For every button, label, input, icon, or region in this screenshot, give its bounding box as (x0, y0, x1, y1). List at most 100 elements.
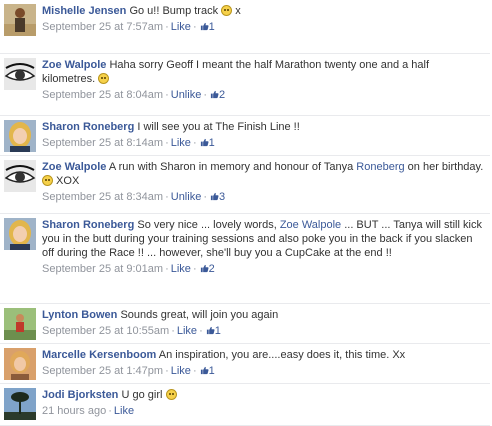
comment-text: Go u!! Bump track (129, 5, 222, 17)
like-count-link[interactable]: 1 (205, 325, 221, 337)
avatar[interactable] (4, 160, 36, 192)
author-name-link[interactable]: Mishelle Jensen (42, 5, 126, 17)
like-button[interactable]: Like (171, 21, 191, 33)
like-count-link[interactable]: 1 (199, 137, 215, 149)
author-name-link[interactable]: Jodi Bjorksten (42, 389, 118, 401)
comment-body: Sharon Roneberg I will see you at The Fi… (42, 120, 484, 150)
thumbs-up-icon (206, 326, 215, 335)
like-button[interactable]: Like (171, 137, 191, 149)
like-count-link[interactable]: 2 (199, 263, 215, 275)
comment-item: Jodi Bjorksten U go girl 21 hours ago · Li… (0, 384, 490, 426)
comment-body: Zoe Walpole Haha sorry Geoff I meant the… (42, 58, 484, 102)
unlike-button[interactable]: Unlike (171, 191, 202, 203)
dot-separator: · (165, 21, 169, 33)
comment-meta: September 25 at 10:55am · Like · 1 (42, 325, 484, 338)
like-button[interactable]: Like (177, 325, 197, 337)
dot-separator: · (165, 263, 169, 275)
author-name-link[interactable]: Sharon Roneberg (42, 219, 134, 231)
avatar[interactable] (4, 388, 36, 420)
comment-text: on her birthday. (404, 161, 484, 173)
author-name-link[interactable]: Zoe Walpole (42, 59, 106, 71)
like-count-link[interactable]: 1 (199, 365, 215, 377)
mention-link[interactable]: Roneberg (356, 161, 404, 173)
like-count: 3 (219, 191, 226, 203)
comment-body: Sharon Roneberg So very nice ... lovely … (42, 218, 484, 276)
timestamp-link[interactable]: September 25 at 1:47pm (42, 365, 163, 377)
timestamp-link[interactable]: September 25 at 7:57am (42, 21, 163, 33)
comment-meta: September 25 at 8:04am · Unlike · 2 (42, 89, 484, 102)
timestamp-link[interactable]: September 25 at 8:14am (42, 137, 163, 149)
author-name-link[interactable]: Marcelle Kersenboom (42, 349, 156, 361)
comment-item: Zoe Walpole Haha sorry Geoff I meant the… (0, 54, 490, 116)
unlike-button[interactable]: Unlike (171, 89, 202, 101)
timestamp-link[interactable]: September 25 at 8:34am (42, 191, 163, 203)
timestamp-link[interactable]: September 25 at 10:55am (42, 325, 169, 337)
like-count-link[interactable]: 3 (209, 191, 225, 203)
comment-item: Marcelle Kersenboom An inspiration, you … (0, 344, 490, 384)
dot-separator: · (199, 325, 203, 337)
like-count: 1 (214, 325, 221, 337)
comment-text: x (232, 5, 241, 17)
avatar[interactable] (4, 4, 36, 36)
comment-meta: September 25 at 8:34am · Unlike · 3 (42, 191, 484, 204)
smiley-emoji-icon (221, 5, 233, 16)
dot-separator: · (192, 137, 197, 149)
comment-item: Zoe Walpole A run with Sharon in memory … (0, 156, 490, 214)
like-button[interactable]: Like (114, 405, 134, 417)
dot-separator: · (108, 405, 112, 417)
author-name-link[interactable]: Sharon Roneberg (42, 121, 134, 133)
like-button[interactable]: Like (171, 263, 191, 275)
author-name-link[interactable]: Lynton Bowen (42, 309, 117, 321)
dot-separator: · (171, 325, 175, 337)
dot-separator: · (165, 137, 169, 149)
comment-meta: September 25 at 8:14am · Like · 1 (42, 137, 484, 150)
like-count: 2 (208, 263, 215, 275)
comment-meta: 21 hours ago · Like (42, 405, 484, 418)
dot-separator: · (165, 365, 169, 377)
comment-text: An inspiration, you are....easy does it,… (158, 349, 406, 361)
like-count-link[interactable]: 2 (209, 89, 225, 101)
timestamp-link[interactable]: September 25 at 8:04am (42, 89, 163, 101)
like-count: 1 (208, 137, 215, 149)
timestamp-link[interactable]: September 25 at 9:01am (42, 263, 163, 275)
avatar[interactable] (4, 58, 36, 90)
thumbs-up-icon (200, 22, 209, 31)
comment-body: Jodi Bjorksten U go girl 21 hours ago · Li… (42, 388, 484, 418)
thumbs-up-icon (210, 192, 219, 201)
like-button[interactable]: Like (171, 365, 191, 377)
comment-item: Lynton Bowen Sounds great, will join you… (0, 304, 490, 344)
thumbs-up-icon (200, 366, 209, 375)
author-name-link[interactable]: Zoe Walpole (42, 161, 106, 173)
dot-separator: · (203, 89, 207, 101)
comment-body: Lynton Bowen Sounds great, will join you… (42, 308, 484, 338)
like-count: 1 (208, 365, 215, 377)
comment-body: Mishelle Jensen Go u!! Bump track x Septe… (42, 4, 484, 34)
avatar[interactable] (4, 348, 36, 380)
comment-body: Zoe Walpole A run with Sharon in memory … (42, 160, 484, 204)
comment-text: So very nice ... lovely words, (137, 219, 280, 231)
comment-item: Mishelle Jensen Go u!! Bump track x Septe… (0, 0, 490, 54)
thumbs-up-icon (200, 264, 209, 273)
comment-meta: September 25 at 7:57am · Like · 1 (42, 21, 484, 34)
dot-separator: · (192, 21, 197, 33)
avatar[interactable] (4, 120, 36, 152)
smiley-emoji-icon (98, 73, 110, 84)
smiley-emoji-icon (42, 175, 53, 186)
mention-link[interactable]: Zoe Walpole (280, 219, 341, 231)
comment-meta: September 25 at 1:47pm · Like · 1 (42, 365, 484, 378)
comment-body: Marcelle Kersenboom An inspiration, you … (42, 348, 484, 378)
comment-item: Sharon Roneberg So very nice ... lovely … (0, 214, 490, 304)
comment-text: Sounds great, will join you again (120, 309, 279, 321)
dot-separator: · (165, 191, 169, 203)
comment-text: A run with Sharon in memory and honour o… (108, 161, 357, 173)
timestamp-link[interactable]: 21 hours ago (42, 405, 106, 417)
like-count-link[interactable]: 1 (199, 21, 215, 33)
dot-separator: · (203, 191, 207, 203)
avatar[interactable] (4, 218, 36, 250)
avatar[interactable] (4, 308, 36, 340)
dot-separator: · (192, 263, 197, 275)
thumbs-up-icon (210, 90, 219, 99)
dot-separator: · (192, 365, 197, 377)
thumbs-up-icon (200, 138, 209, 147)
comment-meta: September 25 at 9:01am · Like · 2 (42, 263, 484, 276)
